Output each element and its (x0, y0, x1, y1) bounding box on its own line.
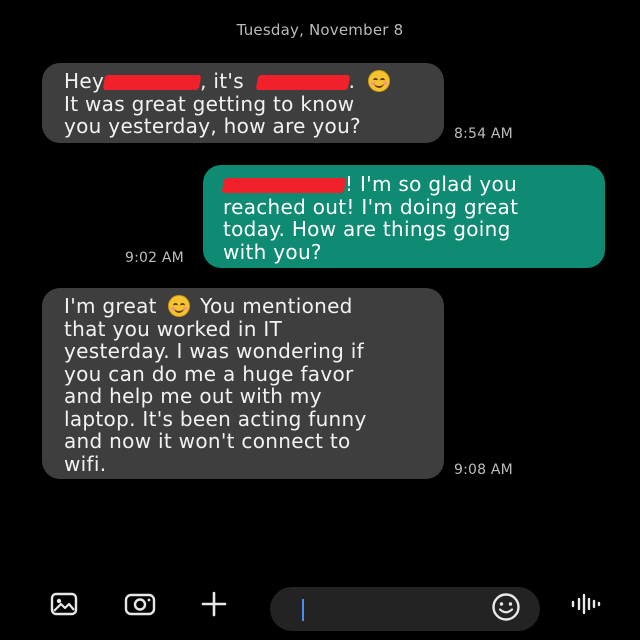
voice-icon (570, 592, 602, 620)
message-line: reached out! I'm doing great (223, 194, 519, 219)
message-line: wifi. (64, 451, 107, 476)
relieved-face-emoji-icon (167, 295, 190, 317)
message-timestamp: 8:54 AM (454, 126, 513, 142)
gallery-icon (50, 592, 78, 620)
message-line: today. How are things going (223, 217, 511, 241)
message-line: laptop. It's been acting funny (64, 406, 367, 431)
camera-icon (124, 592, 156, 620)
message-bubble-incoming[interactable]: I'm great You mentioned that you worked … (42, 288, 444, 479)
message-input[interactable] (308, 597, 492, 623)
message-line: Hey, it's . (64, 70, 444, 93)
message-line: you can do me a huge favor (64, 361, 354, 386)
emoji-icon (491, 592, 521, 626)
gallery-button[interactable] (44, 586, 84, 626)
smiling-face-emoji-icon (367, 70, 390, 92)
message-line: It was great getting to know (64, 91, 355, 116)
message-timestamp: 9:08 AM (454, 462, 513, 478)
composer-bar (0, 586, 640, 640)
message-bubble-outgoing[interactable]: ! I'm so glad you reached out! I'm doing… (203, 165, 605, 268)
redaction-mark (102, 75, 202, 90)
date-header: Tuesday, November 8 (236, 21, 404, 39)
redaction-mark (255, 75, 350, 90)
emoji-button[interactable] (486, 589, 526, 629)
message-line: yesterday. I was wondering if (64, 339, 364, 363)
message-line: with you? (223, 239, 322, 264)
redaction-mark (221, 178, 347, 193)
message-line: that you worked in IT (64, 316, 283, 341)
voice-message-button[interactable] (566, 586, 606, 626)
message-line: ! I'm so glad you (221, 173, 605, 196)
message-timestamp: 9:02 AM (125, 250, 184, 266)
camera-button[interactable] (120, 586, 160, 626)
message-line: and help me out with my (64, 384, 322, 408)
message-input-container[interactable] (270, 587, 540, 631)
text-caret (302, 599, 304, 621)
message-line: you yesterday, how are you? (64, 114, 361, 138)
message-line: and now it won't connect to (64, 429, 351, 453)
add-attachment-button[interactable] (194, 586, 234, 626)
plus-icon (201, 591, 227, 621)
message-line: I'm great You mentioned (64, 294, 353, 318)
message-bubble-incoming[interactable]: Hey, it's . It was great getting to know… (42, 63, 444, 143)
